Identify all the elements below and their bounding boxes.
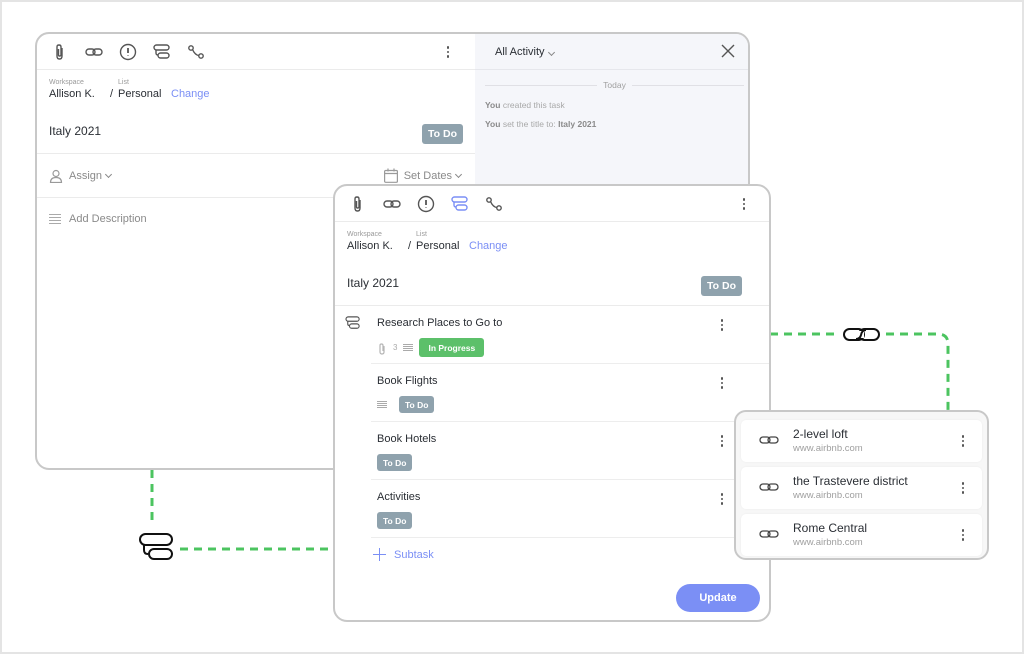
dependency-icon[interactable] bbox=[187, 43, 205, 61]
assign-dropdown[interactable]: Assign bbox=[49, 169, 113, 183]
subtask-icon[interactable] bbox=[451, 195, 469, 213]
task-toolbar bbox=[37, 34, 475, 70]
subtask-icon[interactable] bbox=[153, 43, 171, 61]
link-icon bbox=[759, 436, 779, 444]
list-label: List bbox=[118, 79, 129, 86]
subtask-name[interactable]: Book Flights bbox=[377, 375, 438, 387]
task-location: Workspace Allison K. List / Personal Cha… bbox=[37, 70, 475, 120]
link-more-icon[interactable] bbox=[956, 479, 970, 497]
list-label: List bbox=[416, 231, 427, 238]
paperclip-icon[interactable] bbox=[349, 195, 367, 213]
subtask-icon bbox=[345, 316, 360, 329]
link-icon bbox=[759, 483, 779, 491]
subtask-name[interactable]: Activities bbox=[377, 491, 420, 503]
task-title[interactable]: Italy 2021 bbox=[347, 276, 399, 290]
link-url: www.airbnb.com bbox=[793, 443, 863, 454]
description-input[interactable]: Add Description bbox=[69, 213, 147, 225]
subtask-more-icon[interactable] bbox=[715, 316, 729, 334]
subtask-name[interactable]: Research Places to Go to bbox=[377, 317, 502, 329]
user-icon bbox=[49, 169, 63, 183]
link-row[interactable]: Rome Central www.airbnb.com bbox=[741, 514, 982, 556]
calendar-icon bbox=[383, 168, 398, 183]
workspace-value: Allison K. bbox=[347, 240, 393, 252]
attachment-icon bbox=[377, 342, 387, 355]
activity-text: set the title to: bbox=[502, 119, 556, 129]
subtask-more-icon[interactable] bbox=[715, 490, 729, 508]
subtask-status-badge[interactable]: To Do bbox=[377, 512, 413, 529]
description-icon bbox=[403, 343, 414, 352]
activity-text: created this task bbox=[502, 100, 565, 110]
subtask-row[interactable]: Research Places to Go to 3 In Progress bbox=[371, 306, 769, 364]
subtask-row[interactable]: Book Hotels To Do bbox=[371, 422, 769, 480]
activity-target: Italy 2021 bbox=[558, 119, 597, 129]
activity-item: You set the title to: Italy 2021 bbox=[475, 119, 748, 129]
activity-pane: All Activity Today You created this task… bbox=[475, 34, 748, 186]
activity-actor: You bbox=[485, 119, 501, 129]
chevron-down-icon bbox=[104, 170, 113, 178]
add-subtask-label: Subtask bbox=[394, 548, 434, 561]
dependency-icon[interactable] bbox=[485, 195, 503, 213]
more-options-icon[interactable] bbox=[441, 43, 455, 61]
link-more-icon[interactable] bbox=[956, 526, 970, 544]
activity-filter-label: All Activity bbox=[495, 45, 545, 58]
subtask-status-badge[interactable]: In Progress bbox=[419, 338, 485, 357]
set-dates-label: Set Dates bbox=[403, 169, 452, 182]
subtask-status-badge[interactable]: To Do bbox=[377, 454, 413, 471]
workspace-label: Workspace bbox=[49, 79, 84, 86]
task-status-badge[interactable]: To Do bbox=[701, 276, 742, 296]
date-divider-label: Today bbox=[603, 80, 626, 90]
plus-icon bbox=[373, 548, 386, 561]
description-icon bbox=[377, 400, 387, 409]
task-title[interactable]: Italy 2021 bbox=[49, 124, 101, 138]
attachment-count: 3 bbox=[393, 343, 398, 352]
task-location: Workspace Allison K. List / Personal Cha… bbox=[335, 222, 769, 272]
subtask-name[interactable]: Book Hotels bbox=[377, 433, 436, 445]
add-subtask-button[interactable]: Subtask bbox=[373, 548, 434, 561]
subtask-row[interactable]: Book Flights To Do bbox=[371, 364, 769, 422]
activity-date-divider: Today bbox=[485, 80, 744, 90]
subtask-more-icon[interactable] bbox=[715, 432, 729, 450]
chevron-down-icon bbox=[547, 48, 555, 56]
list-value: Personal bbox=[416, 240, 460, 252]
priority-icon[interactable] bbox=[119, 43, 137, 61]
task-toolbar bbox=[335, 186, 769, 222]
paperclip-icon[interactable] bbox=[51, 43, 69, 61]
update-button[interactable]: Update bbox=[676, 584, 760, 612]
subtask-row[interactable]: Activities To Do bbox=[371, 480, 769, 538]
priority-icon[interactable] bbox=[417, 195, 435, 213]
link-url: www.airbnb.com bbox=[793, 537, 863, 548]
subtask-more-icon[interactable] bbox=[715, 374, 729, 392]
close-icon[interactable] bbox=[720, 43, 736, 59]
link-icon[interactable] bbox=[85, 43, 103, 61]
description-icon bbox=[49, 214, 61, 224]
activity-item: You created this task bbox=[475, 100, 748, 110]
activity-filter-dropdown[interactable]: All Activity bbox=[495, 45, 555, 58]
list-separator: / bbox=[408, 240, 412, 252]
link-title[interactable]: 2-level loft bbox=[793, 427, 848, 441]
subtask-status-badge[interactable]: To Do bbox=[399, 396, 435, 413]
chevron-down-icon bbox=[454, 170, 463, 178]
link-title[interactable]: Rome Central bbox=[793, 521, 867, 535]
activity-header: All Activity bbox=[475, 34, 748, 70]
workspace-label: Workspace bbox=[347, 231, 382, 238]
list-separator: / bbox=[110, 88, 114, 100]
activity-actor: You bbox=[485, 100, 501, 110]
task-status-badge[interactable]: To Do bbox=[422, 124, 463, 144]
change-list-link[interactable]: Change bbox=[469, 240, 508, 252]
link-icon bbox=[759, 530, 779, 538]
links-card: 2-level loft www.airbnb.com the Trasteve… bbox=[734, 410, 989, 560]
assign-label: Assign bbox=[69, 169, 103, 182]
link-icon[interactable] bbox=[383, 195, 401, 213]
workspace-value: Allison K. bbox=[49, 88, 95, 100]
link-title[interactable]: the Trastevere district bbox=[793, 474, 908, 488]
task-card-front: Workspace Allison K. List / Personal Cha… bbox=[333, 184, 771, 622]
link-row[interactable]: 2-level loft www.airbnb.com bbox=[741, 420, 982, 462]
link-row[interactable]: the Trastevere district www.airbnb.com bbox=[741, 467, 982, 509]
more-options-icon[interactable] bbox=[737, 195, 751, 213]
list-value: Personal bbox=[118, 88, 162, 100]
change-list-link[interactable]: Change bbox=[171, 88, 210, 100]
link-url: www.airbnb.com bbox=[793, 490, 863, 501]
set-dates-dropdown[interactable]: Set Dates bbox=[383, 168, 463, 183]
link-more-icon[interactable] bbox=[956, 432, 970, 450]
